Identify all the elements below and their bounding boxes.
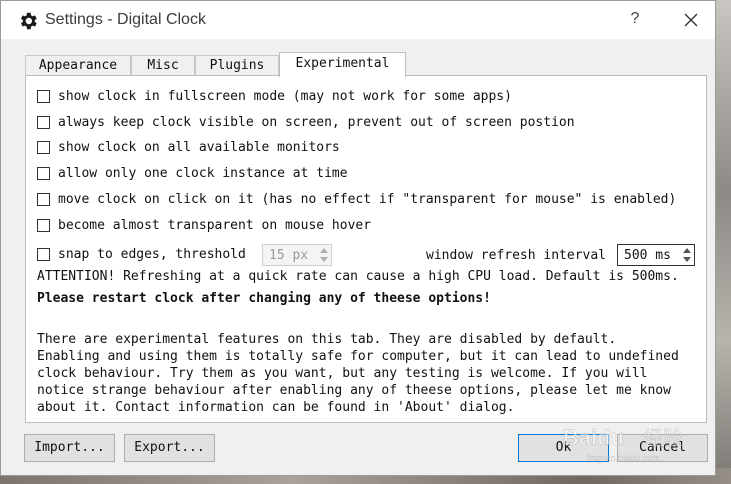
description-paragraph: There are experimental features on this …	[37, 331, 679, 416]
checkbox[interactable]	[37, 141, 50, 154]
chevron-up-icon[interactable]	[683, 248, 691, 253]
checkbox[interactable]	[37, 90, 50, 103]
svg-text:jingyan.baidu.com: jingyan.baidu.com	[586, 453, 660, 463]
tab-plugins[interactable]: Plugins	[195, 55, 279, 75]
tab-misc[interactable]: Misc	[131, 55, 195, 75]
option-label: show clock on all available monitors	[58, 140, 340, 155]
settings-dialog: Settings - Digital Clock ? Appearance Mi…	[0, 0, 716, 476]
checkbox[interactable]	[37, 219, 50, 232]
description-line: There are experimental features on this …	[37, 332, 617, 347]
restart-notice: Please restart clock after changing any …	[37, 291, 491, 306]
export-button[interactable]: Export...	[124, 434, 215, 462]
checkbox[interactable]	[37, 193, 50, 206]
option-label: snap to edges, threshold	[58, 247, 246, 262]
description-line: notice strange behaviour after enabling …	[37, 383, 671, 398]
snap-threshold-stepper[interactable]: 15 px	[262, 244, 332, 266]
snap-threshold-value: 15 px	[269, 248, 309, 263]
baidu-watermark-logo: Baidu 经验 jingyan.baidu.com	[563, 425, 683, 463]
svg-text:经验: 经验	[643, 426, 683, 450]
description-line: Enabling and using them is totally safe …	[37, 349, 679, 364]
svg-text:Baidu: Baidu	[563, 425, 624, 450]
window-title: Settings - Digital Clock	[45, 11, 206, 28]
description-line: clock behaviour. Try them as you want, b…	[37, 366, 648, 381]
option-label: allow only one clock instance at time	[58, 166, 348, 181]
checkbox[interactable]	[37, 167, 50, 180]
chevron-down-icon[interactable]	[683, 257, 691, 262]
description-line: about it. Contact information can be fou…	[37, 400, 515, 415]
refresh-interval-label: window refresh interval	[426, 248, 607, 263]
stepper-arrows[interactable]	[317, 245, 331, 265]
title-bar[interactable]: Settings - Digital Clock ?	[1, 1, 715, 39]
refresh-interval-value: 500 ms	[624, 248, 671, 263]
import-button[interactable]: Import...	[24, 434, 115, 462]
tab-appearance[interactable]: Appearance	[25, 55, 131, 75]
chevron-down-icon[interactable]	[320, 257, 328, 262]
help-button[interactable]: ?	[623, 7, 647, 31]
tab-experimental[interactable]: Experimental	[279, 52, 406, 77]
chevron-up-icon[interactable]	[320, 248, 328, 253]
attention-text: ATTENTION! Refreshing at a quick rate ca…	[37, 269, 679, 284]
refresh-interval-stepper[interactable]: 500 ms	[617, 244, 695, 266]
option-label: move clock on click on it (has no effect…	[58, 192, 677, 207]
gear-icon	[20, 12, 37, 30]
stepper-arrows[interactable]	[680, 245, 694, 265]
close-icon[interactable]	[677, 7, 705, 33]
checkbox[interactable]	[37, 116, 50, 129]
option-label: become almost transparent on mouse hover	[58, 218, 372, 233]
option-label: show clock in fullscreen mode (may not w…	[58, 89, 512, 104]
checkbox[interactable]	[37, 248, 50, 261]
option-label: always keep clock visible on screen, pre…	[58, 115, 575, 130]
